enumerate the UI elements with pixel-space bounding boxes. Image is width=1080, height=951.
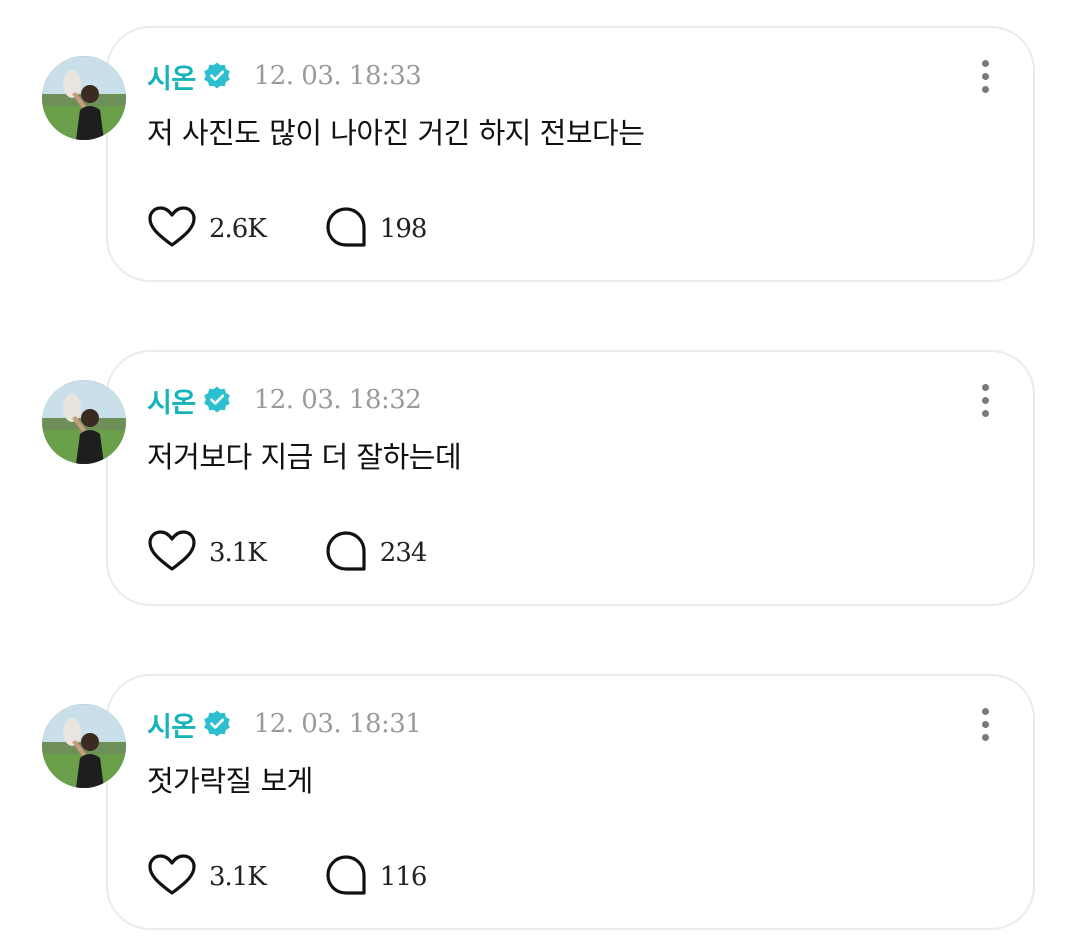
post-actions: 2.6K 198 — [147, 204, 427, 254]
more-dot-icon — [981, 720, 989, 728]
username[interactable]: 시온 — [147, 381, 196, 420]
post-actions: 3.1K 116 — [147, 852, 427, 902]
heart-icon — [147, 205, 197, 253]
like-count: 3.1K — [209, 538, 267, 568]
more-dot-icon — [981, 396, 989, 404]
more-dot-icon — [981, 733, 989, 741]
more-options-button[interactable] — [968, 56, 1002, 96]
post-header: 시온 12. 03. 18:31 — [147, 704, 422, 744]
post-actions: 3.1K 234 — [147, 528, 427, 578]
post-card: 시온 12. 03. 18:31 젓가락질 보게 3.1K 116 — [0, 674, 1080, 938]
post-text: 저 사진도 많이 나아진 거긴 하지 전보다는 — [147, 116, 645, 150]
heart-icon — [147, 529, 197, 577]
post-card: 시온 12. 03. 18:32 저거보다 지금 더 잘하는데 3.1K 234 — [0, 350, 1080, 614]
like-button[interactable]: 2.6K — [147, 205, 267, 253]
post-header: 시온 12. 03. 18:32 — [147, 380, 422, 420]
avatar[interactable] — [42, 380, 126, 464]
comment-count: 198 — [379, 214, 428, 244]
comment-button[interactable]: 234 — [324, 529, 427, 577]
post-header: 시온 12. 03. 18:33 — [147, 56, 422, 96]
like-count: 2.6K — [209, 214, 267, 244]
avatar[interactable] — [42, 56, 126, 140]
more-options-button[interactable] — [968, 704, 1002, 744]
comment-button[interactable]: 116 — [324, 853, 427, 901]
post-text: 저거보다 지금 더 잘하는데 — [147, 440, 462, 474]
avatar[interactable] — [42, 704, 126, 788]
timestamp: 12. 03. 18:33 — [253, 61, 422, 91]
verified-badge-icon — [202, 709, 232, 739]
comment-bubble-icon — [324, 853, 368, 901]
comment-count: 116 — [379, 862, 428, 892]
more-options-button[interactable] — [968, 380, 1002, 420]
post-card: 시온 12. 03. 18:33 저 사진도 많이 나아진 거긴 하지 전보다는… — [0, 26, 1080, 290]
timestamp: 12. 03. 18:32 — [253, 385, 422, 415]
more-dot-icon — [981, 59, 989, 67]
verified-badge-icon — [202, 61, 232, 91]
like-button[interactable]: 3.1K — [147, 853, 267, 901]
like-button[interactable]: 3.1K — [147, 529, 267, 577]
like-count: 3.1K — [209, 862, 267, 892]
comment-bubble-icon — [324, 529, 368, 577]
comment-bubble-icon — [324, 205, 368, 253]
verified-badge-icon — [202, 385, 232, 415]
more-dot-icon — [981, 85, 989, 93]
more-dot-icon — [981, 383, 989, 391]
username[interactable]: 시온 — [147, 705, 196, 744]
comment-count: 234 — [379, 538, 428, 568]
username[interactable]: 시온 — [147, 57, 196, 96]
more-dot-icon — [981, 72, 989, 80]
timestamp: 12. 03. 18:31 — [253, 709, 422, 739]
post-text: 젓가락질 보게 — [147, 764, 313, 798]
more-dot-icon — [981, 707, 989, 715]
more-dot-icon — [981, 409, 989, 417]
heart-icon — [147, 853, 197, 901]
comment-button[interactable]: 198 — [324, 205, 427, 253]
